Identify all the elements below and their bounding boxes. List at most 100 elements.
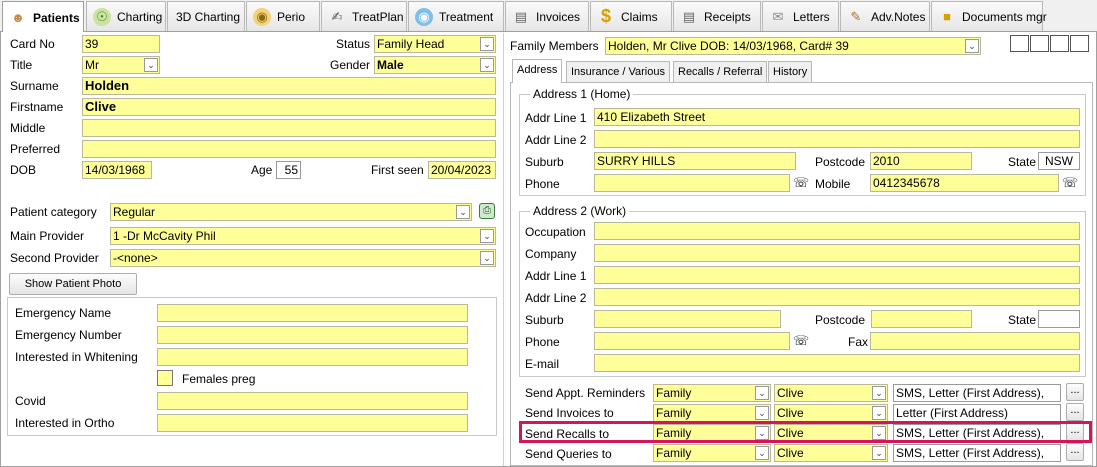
surname-field[interactable]: Holden [82,77,496,95]
dob-field[interactable]: 14/03/1968 [82,161,152,179]
middle-field[interactable] [82,119,496,137]
send-person-select[interactable]: Clive ⌄ [774,404,888,422]
family-slot-button[interactable] [1010,35,1029,52]
tab-3d-charting[interactable]: 3D Charting [167,1,245,31]
addr2-suburb-label: Suburb [525,313,564,327]
covid-field[interactable] [157,392,468,410]
tab-documents-mgr[interactable]: ■ Documents mgr [931,1,1047,31]
send-to-select[interactable]: Family ⌄ [653,384,771,402]
firstname-field[interactable]: Clive [82,98,496,116]
second-provider-select[interactable]: -<none> ⌄ [110,249,496,267]
addr1-line1-field[interactable]: 410 Elizabeth Street [594,108,1080,126]
main-provider-select[interactable]: 1 -Dr McCavity Phil ⌄ [110,227,496,245]
addr2-line1-field[interactable] [594,266,1080,284]
addr1-phone-field[interactable] [594,174,790,192]
print-icon[interactable]: ⎙ [479,203,495,219]
chevron-down-icon[interactable]: ⌄ [480,251,494,265]
addr1-mobile-field[interactable]: 0412345678 [870,174,1059,192]
chevron-down-icon[interactable]: ⌄ [480,37,494,51]
telephone-icon[interactable]: ☏ [792,333,810,349]
tab-treatment[interactable]: ◉ Treatment [408,1,504,31]
chevron-down-icon[interactable]: ⌄ [755,386,769,400]
status-select[interactable]: Family Head ⌄ [374,35,496,53]
family-slot-button[interactable] [1030,35,1049,52]
addr2-email-field[interactable] [594,354,1080,372]
family-slot-button[interactable] [1070,35,1089,52]
tab-adv-notes[interactable]: ✎ Adv.Notes [840,1,930,31]
preferred-field[interactable] [82,140,496,158]
title-select[interactable]: Mr ⌄ [82,56,160,74]
chevron-down-icon[interactable]: ⌄ [755,446,769,460]
addr1-state-field[interactable]: NSW [1038,152,1080,170]
chevron-down-icon[interactable]: ⌄ [480,58,494,72]
chevron-down-icon[interactable]: ⌄ [480,229,494,243]
addr1-suburb-field[interactable]: SURRY HILLS [594,152,796,170]
notes-icon: ✎ [850,8,862,24]
addr2-phone-field[interactable] [594,332,790,350]
addr2-line2-field[interactable] [594,288,1080,306]
patient-icon: ☻ [11,10,25,25]
telephone-icon[interactable]: ☏ [1061,175,1079,191]
addr2-postcode-field[interactable] [871,310,972,328]
send-method-field[interactable]: SMS, Letter (First Address), [893,384,1061,402]
address-2-title: Address 2 (Work) [530,204,630,218]
send-to-select[interactable]: Family ⌄ [653,444,771,462]
addr1-line2-field[interactable] [594,130,1080,148]
subtab-history[interactable]: History [768,61,813,82]
gender-value: Male [377,58,404,72]
subtab-address[interactable]: Address [512,59,563,83]
dob-label: DOB [10,163,37,177]
chevron-down-icon[interactable]: ⌄ [755,406,769,420]
family-members-select[interactable]: Holden, Mr Clive DOB: 14/03/1968, Card# … [605,37,981,55]
addr2-fax-field[interactable] [870,332,1080,350]
address-1-title: Address 1 (Home) [530,87,634,101]
occupation-field[interactable] [594,222,1080,240]
emergency-number-field[interactable] [157,326,468,344]
send-to-select[interactable]: Family ⌄ [653,404,771,422]
subtab-recalls-referral[interactable]: Recalls / Referral [673,61,768,82]
show-patient-photo-button[interactable]: Show Patient Photo [9,273,137,295]
chevron-down-icon[interactable]: ⌄ [872,446,886,460]
subtab-insurance-various[interactable]: Insurance / Various [566,61,670,82]
send-method-field[interactable]: Letter (First Address) [893,404,1061,422]
company-field[interactable] [594,244,1080,262]
send-person-select[interactable]: Clive ⌄ [774,384,888,402]
females-preg-checkbox[interactable] [157,370,173,386]
addr2-fax-label: Fax [848,335,869,349]
whitening-field[interactable] [157,348,468,366]
chevron-down-icon[interactable]: ⌄ [872,386,886,400]
family-slot-button[interactable] [1050,35,1069,52]
tab-perio[interactable]: ◉ Perio [246,1,320,31]
addr2-suburb-field[interactable] [594,310,781,328]
send-method-ellipsis-button[interactable]: ... [1066,443,1084,461]
emergency-name-field[interactable] [157,304,468,322]
tab-invoices[interactable]: ▤ Invoices [505,1,589,31]
chevron-down-icon[interactable]: ⌄ [144,58,158,72]
send-method-ellipsis-button[interactable]: ... [1066,383,1084,401]
tab-claims[interactable]: $ Claims [590,1,672,31]
send-method-ellipsis-button[interactable]: ... [1066,403,1084,421]
card-no-field[interactable]: 39 [82,35,160,53]
send-person-select[interactable]: Clive ⌄ [774,444,888,462]
tab-treatplan[interactable]: ✍ TreatPlan [321,1,407,31]
chevron-down-icon[interactable]: ⌄ [965,39,979,53]
charting-icon: ☉ [93,7,111,26]
tab-charting[interactable]: ☉ Charting [86,1,166,31]
chevron-down-icon[interactable]: ⌄ [456,205,470,219]
chevron-down-icon[interactable]: ⌄ [872,406,886,420]
first-seen-field[interactable]: 20/04/2023 [428,161,496,179]
telephone-icon[interactable]: ☏ [792,175,810,191]
gender-select[interactable]: Male ⌄ [374,56,496,74]
send-method-field[interactable]: SMS, Letter (First Address), [893,444,1061,462]
folder-icon: ■ [943,9,951,24]
send-label: Send Queries to [525,447,612,461]
patient-category-select[interactable]: Regular ⌄ [110,203,472,221]
ortho-field[interactable] [157,414,468,432]
tab-letters[interactable]: ✉ Letters [762,1,839,31]
addr1-postcode-field[interactable]: 2010 [870,152,972,170]
send-person-value: Clive [777,406,804,420]
send-to-value: Family [656,446,692,460]
tab-patients[interactable]: ☻ Patients [2,1,84,33]
tab-receipts[interactable]: ▤ Receipts [673,1,761,31]
addr2-state-field[interactable] [1038,310,1080,328]
